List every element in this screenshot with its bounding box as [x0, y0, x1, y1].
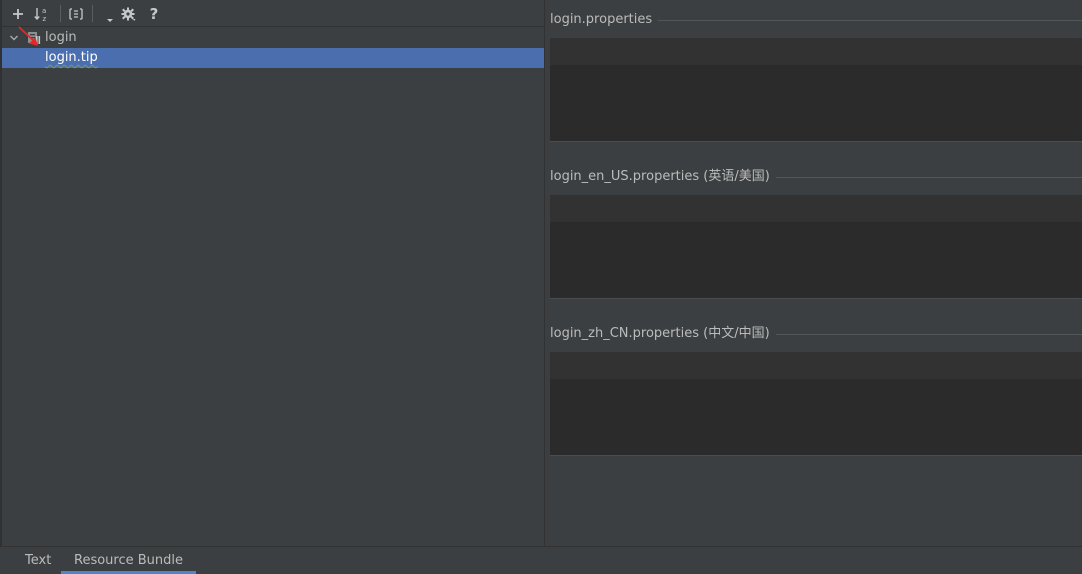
group-icon[interactable]	[66, 4, 86, 24]
svg-text:z: z	[43, 15, 47, 22]
svg-text:a: a	[42, 7, 46, 15]
key-name: login.tip	[45, 50, 98, 65]
values-panel: login.properties login_en_US.properties …	[545, 0, 1082, 546]
help-icon[interactable]: ?	[144, 4, 164, 24]
resource-bundle-editor: a z ? login login.tip login.properties l…	[0, 0, 1082, 574]
tab-label: Text	[25, 553, 52, 568]
properties-section-en-us: login_en_US.properties (英语/美国)	[550, 168, 1082, 299]
toolbar-separator	[60, 5, 61, 22]
title-rule	[775, 333, 1082, 335]
tree-node-bundle[interactable]: login	[2, 28, 544, 48]
bundle-name: login	[45, 30, 77, 45]
dropdown-icon[interactable]	[100, 4, 120, 24]
resource-bundle-icon	[28, 32, 41, 44]
properties-file-name: login.properties	[550, 12, 653, 27]
sort-alpha-icon[interactable]: a z	[32, 4, 52, 24]
properties-file-name: login_en_US.properties (英语/美国)	[550, 169, 770, 184]
properties-file-name: login_zh_CN.properties (中文/中国)	[550, 326, 770, 341]
section-title: login_en_US.properties (英语/美国)	[550, 168, 1082, 186]
value-editor-default[interactable]	[550, 38, 1082, 142]
section-title: login_zh_CN.properties (中文/中国)	[550, 325, 1082, 343]
chevron-down-icon[interactable]	[9, 33, 19, 43]
keys-toolbar: a z ?	[2, 0, 544, 27]
panel-edge	[0, 0, 2, 546]
caret-line	[550, 196, 1082, 222]
toolbar-separator	[92, 5, 93, 22]
tab-resource-bundle[interactable]: Resource Bundle	[61, 547, 197, 574]
gear-icon[interactable]	[119, 4, 139, 24]
add-icon[interactable]	[8, 4, 28, 24]
section-title: login.properties	[550, 11, 1082, 29]
caret-line	[550, 39, 1082, 65]
properties-section-zh-cn: login_zh_CN.properties (中文/中国)	[550, 325, 1082, 456]
title-rule	[775, 176, 1082, 178]
tree-item-key[interactable]: login.tip	[2, 48, 544, 68]
caret-line	[550, 353, 1082, 379]
keys-tree: login login.tip	[2, 28, 544, 68]
properties-section-default: login.properties	[550, 11, 1082, 142]
help-glyph: ?	[149, 5, 159, 23]
editor-tabs: Text Resource Bundle	[0, 546, 1082, 574]
title-rule	[658, 19, 1082, 21]
value-editor-zh-cn[interactable]	[550, 352, 1082, 456]
tab-text[interactable]: Text	[12, 547, 64, 574]
tab-label: Resource Bundle	[74, 553, 184, 568]
value-editor-en-us[interactable]	[550, 195, 1082, 299]
keys-panel: a z ? login login.tip	[0, 0, 545, 546]
